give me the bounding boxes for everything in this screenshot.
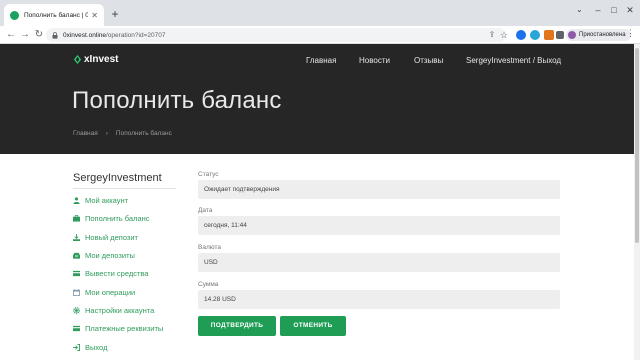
page-scrollbar-thumb[interactable] — [635, 48, 639, 243]
metamask-icon[interactable] — [544, 30, 554, 40]
breadcrumb: Главная › Пополнить баланс — [73, 130, 172, 137]
briefcase-icon — [73, 214, 80, 222]
gear-icon — [73, 306, 80, 314]
sidebar-item-my-operations[interactable]: Мои операции — [73, 286, 135, 298]
user-icon — [73, 196, 80, 204]
back-icon[interactable]: ← — [4, 28, 18, 42]
nav-news[interactable]: Новости — [359, 56, 390, 65]
sidebar-item-label: Новый депозит — [85, 232, 138, 242]
sidebar-item-label: Мой аккаунт — [85, 195, 129, 205]
amount-label: Сумма — [198, 281, 219, 288]
sidebar-item-label: Выход — [85, 342, 108, 352]
inbox-icon — [73, 252, 80, 259]
sidebar-item-label: Мои операции — [85, 287, 136, 297]
status-field: Ожидает подтверждения — [198, 180, 560, 199]
close-window-icon[interactable]: ✕ — [622, 5, 638, 16]
minimize-icon[interactable]: – — [590, 5, 606, 15]
breadcrumb-home[interactable]: Главная — [73, 130, 98, 137]
currency-label: Валюта — [198, 244, 221, 251]
sidebar-item-account-settings[interactable]: Настройки аккаунта — [73, 304, 154, 316]
extension-1-icon[interactable] — [516, 30, 526, 40]
site-favicon-icon — [10, 10, 19, 20]
logo-text: xInvest — [84, 54, 119, 65]
site-header: xInvest Главная Новости Отзывы SergeyInv… — [0, 44, 640, 154]
browser-tab[interactable]: Пополнить баланс | 0xInvest ✕ — [4, 4, 104, 26]
sidebar-item-new-deposit[interactable]: Новый депозит — [73, 231, 138, 243]
sidebar-item-logout[interactable]: Выход — [73, 341, 107, 353]
sidebar-item-label: Настройки аккаунта — [85, 305, 155, 315]
sidebar-item-label: Мои депозиты — [85, 250, 135, 260]
url-host: 0xinvest.online — [63, 31, 106, 39]
forward-icon[interactable]: → — [18, 28, 32, 42]
status-label: Статус — [198, 171, 219, 178]
sidebar-item-top-up-balance[interactable]: Пополнить баланс — [73, 212, 150, 224]
sidebar-item-withdraw[interactable]: Вывести средства — [73, 267, 148, 279]
sidebar-username: SergeyInvestment — [73, 172, 162, 184]
bookmark-star-icon[interactable]: ☆ — [497, 28, 511, 42]
date-field: сегодня, 11:44 — [198, 216, 560, 235]
nav-account-logout[interactable]: SergeyInvestment / Выход — [466, 56, 561, 65]
profile-button[interactable]: Приостановлена — [566, 29, 631, 41]
calendar-icon — [73, 288, 80, 296]
site-logo[interactable]: xInvest — [73, 54, 118, 65]
lock-icon — [52, 32, 58, 39]
profile-label: Приостановлена — [579, 32, 626, 38]
breadcrumb-current: Пополнить баланс — [115, 130, 172, 137]
tab-search-icon[interactable]: ⌄ — [576, 5, 583, 14]
url-path: /operation?id=20707 — [106, 31, 166, 39]
sidebar-item-payment-details[interactable]: Платежные реквизиты — [73, 322, 163, 334]
cancel-button[interactable]: ОТМЕНИТЬ — [280, 316, 346, 336]
close-tab-icon[interactable]: ✕ — [91, 11, 98, 20]
amount-field: 14.28 USD — [198, 290, 560, 309]
browser-menu-icon[interactable]: ⋮ — [626, 28, 635, 39]
sidebar-item-my-account[interactable]: Мой аккаунт — [73, 194, 128, 206]
address-bar[interactable]: 0xinvest.online/operation?id=20707 — [46, 28, 506, 42]
nav-home[interactable]: Главная — [306, 56, 336, 65]
logo-icon — [73, 55, 82, 64]
browser-tabstrip: Пополнить баланс | 0xInvest ✕ + ⌄ – □ ✕ — [0, 0, 640, 26]
avatar — [568, 31, 576, 39]
breadcrumb-separator: › — [105, 130, 108, 137]
date-label: Дата — [198, 207, 213, 214]
sidebar-item-label: Платежные реквизиты — [85, 323, 164, 333]
reload-icon[interactable]: ↻ — [32, 28, 46, 42]
card-icon — [73, 270, 80, 276]
sidebar-item-label: Пополнить баланс — [85, 213, 150, 223]
confirm-button[interactable]: ПОДТВЕРДИТЬ — [198, 316, 276, 336]
tab-title: Пополнить баланс | 0xInvest — [24, 11, 89, 19]
sidebar-item-my-deposits[interactable]: Мои депозиты — [73, 249, 135, 261]
nav-reviews[interactable]: Отзывы — [414, 56, 443, 65]
extension-2-icon[interactable] — [530, 30, 540, 40]
browser-toolbar: ← → ↻ 0xinvest.online/operation?id=20707… — [0, 26, 640, 44]
extensions-puzzle-icon[interactable] — [556, 31, 564, 39]
download-icon — [73, 233, 80, 241]
page-title: Пополнить баланс — [72, 87, 282, 114]
card-icon — [73, 325, 80, 331]
maximize-icon[interactable]: □ — [606, 5, 622, 15]
currency-field: USD — [198, 253, 560, 272]
sidebar-item-label: Вывести средства — [85, 268, 149, 278]
logout-icon — [73, 343, 80, 351]
new-tab-button[interactable]: + — [108, 8, 122, 22]
sidebar-divider — [73, 188, 176, 189]
